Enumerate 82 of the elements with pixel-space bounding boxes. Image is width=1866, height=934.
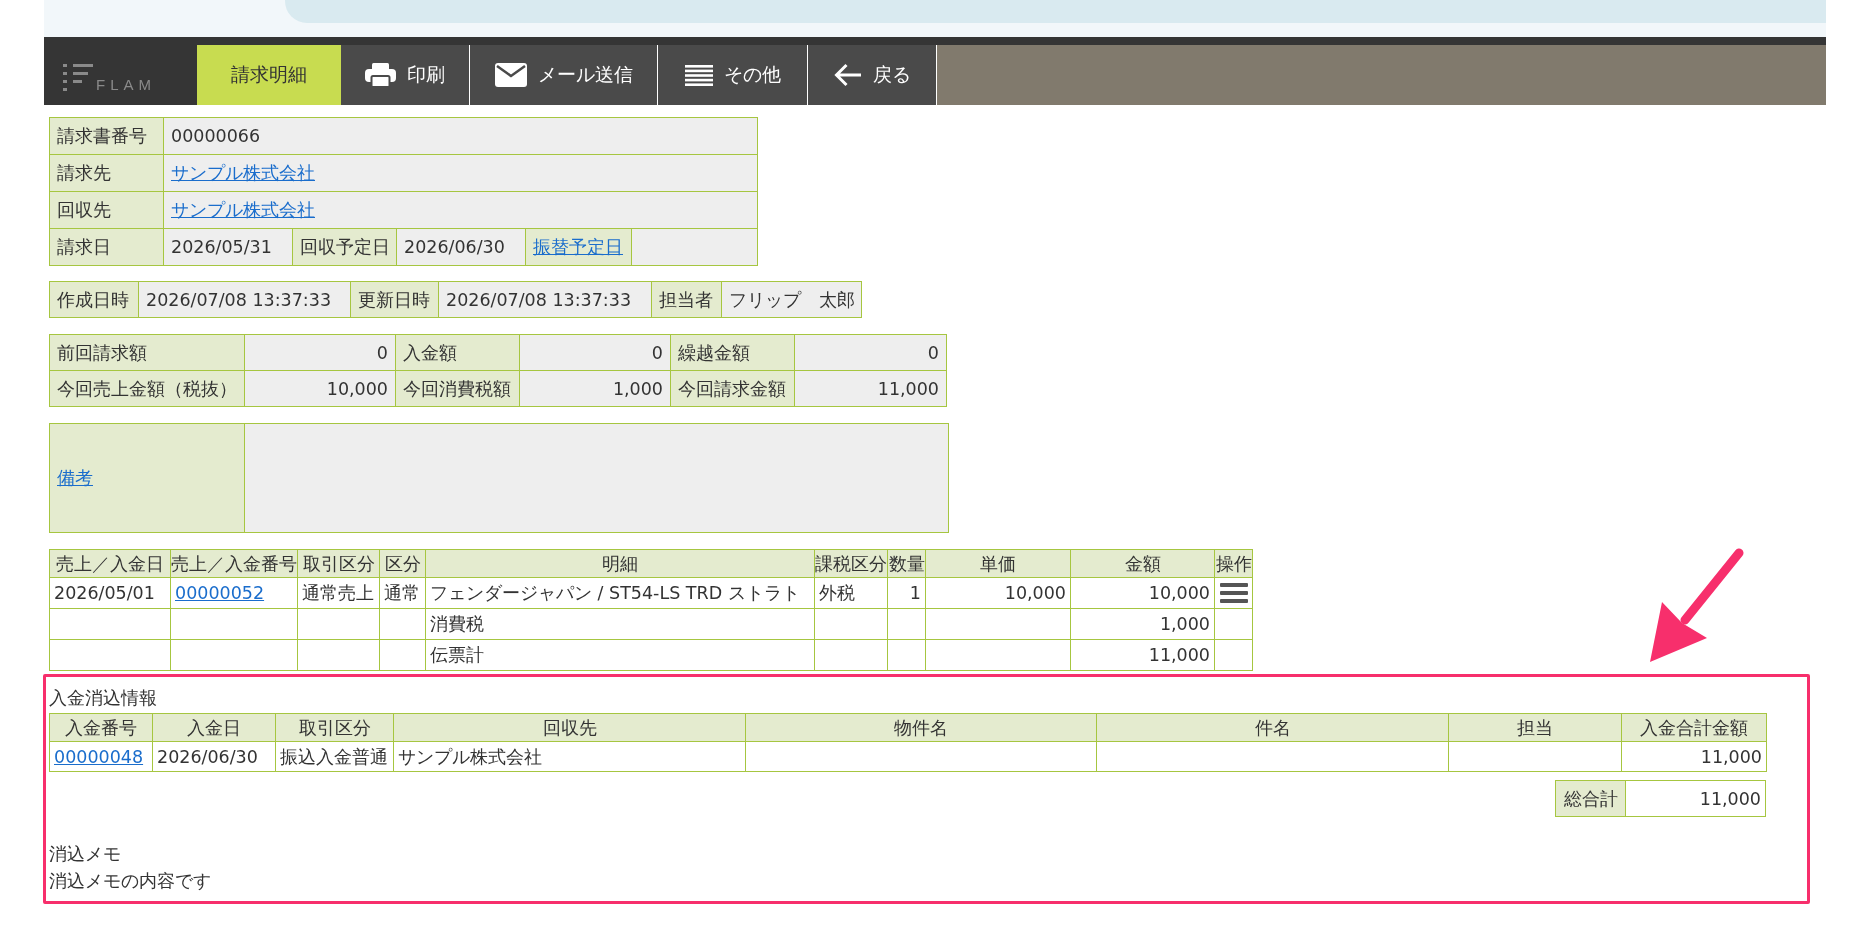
text-link[interactable]: 振替予定日: [533, 235, 623, 259]
text-link[interactable]: 00000052: [175, 583, 265, 603]
column-header: 入金合計金額: [1621, 713, 1767, 742]
column-header: 取引区分: [275, 713, 394, 742]
label-cell: 繰越金額: [671, 335, 795, 371]
print-button[interactable]: 印刷: [341, 45, 470, 105]
column-header: 取引区分: [297, 549, 380, 578]
table-cell: 2026/06/30: [152, 741, 276, 772]
column-header: 件名: [1096, 713, 1449, 742]
value-cell: 11,000: [795, 371, 947, 407]
label-cell: 作成日時: [50, 282, 139, 318]
column-header: 担当: [1448, 713, 1622, 742]
column-header: 操作: [1214, 549, 1253, 578]
label-cell: 請求先: [50, 155, 164, 192]
table-cell: 消費税: [425, 608, 815, 640]
label-cell: 回収先: [50, 192, 164, 229]
value-cell: フリップ 太郎: [722, 282, 862, 318]
table-cell: 伝票計: [425, 639, 815, 671]
value-cell: 00000066: [164, 118, 758, 155]
label-cell: 今回消費税額: [396, 371, 520, 407]
column-header: 売上／入金日: [49, 549, 171, 578]
column-header: 金額: [1070, 549, 1215, 578]
value-cell: 0: [245, 335, 396, 371]
statement-tab[interactable]: 請求明細: [197, 45, 341, 105]
label-cell: 総合計: [1555, 780, 1626, 817]
value-cell: 2026/05/31: [164, 229, 293, 266]
table-cell: 10,000: [1070, 577, 1215, 609]
table-cell: 通常売上: [297, 577, 380, 609]
table-cell: 2026/05/01: [49, 577, 171, 609]
label-cell: 担当者: [652, 282, 722, 318]
table-cell: 振込入金普通: [275, 741, 394, 772]
table-cell: サンプル株式会社: [393, 741, 746, 772]
table-cell: 11,000: [1621, 741, 1767, 772]
label-cell: 請求書番号: [50, 118, 164, 155]
table-cell: フェンダージャパン / ST54-LS TRD ストラト: [425, 577, 815, 609]
send-mail-button[interactable]: メール送信: [470, 45, 658, 105]
value-cell: 10,000: [245, 371, 396, 407]
column-header: 単価: [925, 549, 1071, 578]
column-header: 物件名: [745, 713, 1097, 742]
label-cell: 前回請求額: [50, 335, 245, 371]
value-cell: 11,000: [1626, 780, 1766, 817]
value-cell: 2026/07/08 13:37:33: [439, 282, 652, 318]
address-field[interactable]: [285, 0, 1826, 23]
label-cell: 更新日時: [351, 282, 439, 318]
memo-text: 消込メモの内容です: [49, 870, 212, 893]
text-link[interactable]: サンプル株式会社: [171, 198, 315, 222]
value-cell: 0: [520, 335, 671, 371]
label-cell: 今回請求金額: [671, 371, 795, 407]
column-header: 区分: [379, 549, 426, 578]
text-link[interactable]: 00000048: [54, 746, 144, 767]
column-header: 数量: [887, 549, 926, 578]
text-link[interactable]: 備考: [57, 466, 93, 490]
label-cell: 今回売上金額（税抜）: [50, 371, 245, 407]
value-cell: 0: [795, 335, 947, 371]
column-header: 明細: [425, 549, 815, 578]
column-header: 売上／入金番号: [170, 549, 298, 578]
logo-text: FLAM: [96, 78, 156, 91]
table-cell: 1,000: [1070, 608, 1215, 640]
memo-label: 消込メモ: [49, 843, 122, 866]
table-cell: 外税: [814, 577, 888, 609]
section-title: 入金消込情報: [49, 687, 158, 709]
back-button[interactable]: 戻る: [808, 45, 937, 105]
label-cell: 請求日: [50, 229, 164, 266]
back-arrow-icon: [833, 63, 862, 87]
printer-icon: [365, 62, 396, 88]
table-cell: 11,000: [1070, 639, 1215, 671]
value-cell: 2026/06/30: [397, 229, 526, 266]
column-header: 回収先: [393, 713, 746, 742]
more-button[interactable]: その他: [658, 45, 808, 105]
menu-icon: [684, 64, 713, 86]
logo-lines-icon: [63, 64, 93, 91]
label-cell: 回収予定日: [293, 229, 397, 266]
value-cell: 2026/07/08 13:37:33: [139, 282, 351, 318]
envelope-icon: [494, 63, 527, 87]
value-cell: 1,000: [520, 371, 671, 407]
table-cell: 10,000: [925, 577, 1071, 609]
text-link[interactable]: サンプル株式会社: [171, 161, 315, 185]
menu-icon[interactable]: [1219, 583, 1248, 603]
column-header: 課税区分: [814, 549, 888, 578]
column-header: 入金番号: [49, 713, 153, 742]
label-cell: 入金額: [396, 335, 520, 371]
column-header: 入金日: [152, 713, 276, 742]
